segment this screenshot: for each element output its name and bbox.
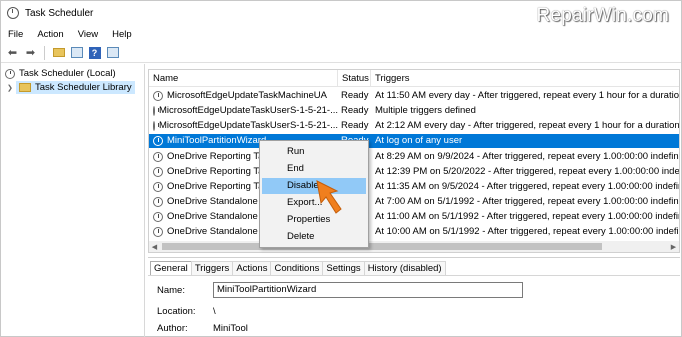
column-name[interactable]: Name — [149, 70, 338, 86]
menu-item-end[interactable]: End — [262, 161, 366, 177]
table-row[interactable]: OneDrive Standalone Update At 10:00 AM o… — [149, 225, 679, 239]
table-row[interactable]: OneDrive Reporting Task At 8:29 AM on 9/… — [149, 150, 679, 164]
folder-icon — [19, 83, 31, 92]
tab-actions[interactable]: Actions — [232, 261, 272, 275]
menu-item-properties[interactable]: Properties — [262, 212, 366, 228]
table-row[interactable]: MicrosoftEdgeUpdateTaskMachineUA Ready A… — [149, 89, 679, 103]
clock-icon — [5, 68, 15, 79]
location-value: \ — [213, 306, 216, 317]
clock-icon — [153, 197, 163, 207]
menu-item-run[interactable]: Run — [262, 144, 366, 160]
list-header: Name Status Triggers — [149, 70, 679, 87]
toolbar: ⬅ ➡ ? — [1, 43, 681, 63]
author-field: Author: MiniTool — [157, 323, 248, 334]
name-input[interactable]: MiniToolPartitionWizard — [213, 282, 523, 298]
menu-item-delete[interactable]: Delete — [262, 229, 366, 245]
task-scheduler-icon — [7, 7, 19, 19]
task-scheduler-window: Task Scheduler RepairWin.com File Action… — [0, 0, 682, 337]
tree-item-library[interactable]: ❯ Task Scheduler Library — [7, 81, 135, 94]
clock-icon — [153, 121, 159, 131]
column-triggers[interactable]: Triggers — [371, 70, 679, 86]
clock-icon — [153, 152, 163, 162]
clock-icon — [153, 227, 163, 237]
horizontal-scrollbar[interactable]: ◀ ▶ — [149, 241, 679, 252]
author-value: MiniTool — [213, 323, 248, 334]
watermark: RepairWin.com — [536, 5, 669, 26]
table-row[interactable]: OneDrive Reporting Task At 11:35 AM on 9… — [149, 180, 679, 194]
name-field: Name: MiniToolPartitionWizard — [157, 282, 523, 298]
column-status[interactable]: Status — [338, 70, 371, 86]
tab-settings[interactable]: Settings — [322, 261, 365, 275]
window-title: Task Scheduler — [25, 7, 94, 19]
folder-icon[interactable] — [51, 46, 66, 60]
tab-conditions[interactable]: Conditions — [270, 261, 324, 275]
menu-view[interactable]: View — [71, 29, 105, 40]
toolbar-separator — [44, 45, 45, 60]
tab-triggers[interactable]: Triggers — [190, 261, 234, 275]
menu-item-export[interactable]: Export... — [262, 195, 366, 211]
menu-bar: File Action View Help — [1, 26, 139, 42]
table-row[interactable]: MicrosoftEdgeUpdateTaskUserS-1-5-21-... … — [149, 119, 679, 133]
table-row[interactable]: OneDrive Standalone Update At 7:00 AM on… — [149, 195, 679, 209]
clock-icon — [153, 212, 163, 222]
tab-general[interactable]: General — [150, 261, 192, 275]
chevron-right-icon[interactable]: ❯ — [7, 84, 13, 92]
table-row[interactable]: MicrosoftEdgeUpdateTaskUserS-1-5-21-... … — [149, 104, 679, 118]
clock-icon — [153, 182, 163, 192]
arrow-cursor-icon — [316, 180, 342, 214]
tab-history[interactable]: History (disabled) — [363, 261, 446, 275]
menu-help[interactable]: Help — [105, 29, 139, 40]
back-arrow-icon[interactable]: ⬅ — [5, 46, 20, 60]
forward-arrow-icon[interactable]: ➡ — [23, 46, 38, 60]
location-field: Location: \ — [157, 306, 216, 317]
details-tabs: General Triggers Actions Conditions Sett… — [150, 261, 446, 275]
table-row-selected[interactable]: MiniToolPartitionWizard Ready At log on … — [149, 134, 679, 148]
navigation-tree: Task Scheduler (Local) ❯ Task Scheduler … — [1, 64, 145, 337]
scrollbar-thumb[interactable] — [162, 243, 602, 250]
task-list: Name Status Triggers MicrosoftEdgeUpdate… — [148, 69, 680, 253]
menu-file[interactable]: File — [1, 29, 30, 40]
table-row[interactable]: OneDrive Standalone Update At 11:00 AM o… — [149, 210, 679, 224]
help-icon[interactable]: ? — [87, 46, 102, 60]
context-menu: Run End Disable Export... Properties Del… — [259, 140, 369, 248]
clock-icon — [153, 167, 163, 177]
scroll-right-icon[interactable]: ▶ — [668, 243, 679, 251]
tree-item-local[interactable]: Task Scheduler (Local) — [5, 68, 116, 79]
window-icon[interactable] — [69, 46, 84, 60]
menu-item-disable[interactable]: Disable — [262, 178, 366, 194]
table-row[interactable]: OneDrive Reporting Task At 12:39 PM on 5… — [149, 165, 679, 179]
clock-icon — [153, 91, 163, 101]
details-pane: General Triggers Actions Conditions Sett… — [148, 257, 680, 337]
clock-icon — [153, 106, 159, 116]
menu-action[interactable]: Action — [30, 29, 70, 40]
panel-icon[interactable] — [105, 46, 120, 60]
clock-icon — [153, 136, 163, 146]
scroll-left-icon[interactable]: ◀ — [149, 243, 160, 251]
